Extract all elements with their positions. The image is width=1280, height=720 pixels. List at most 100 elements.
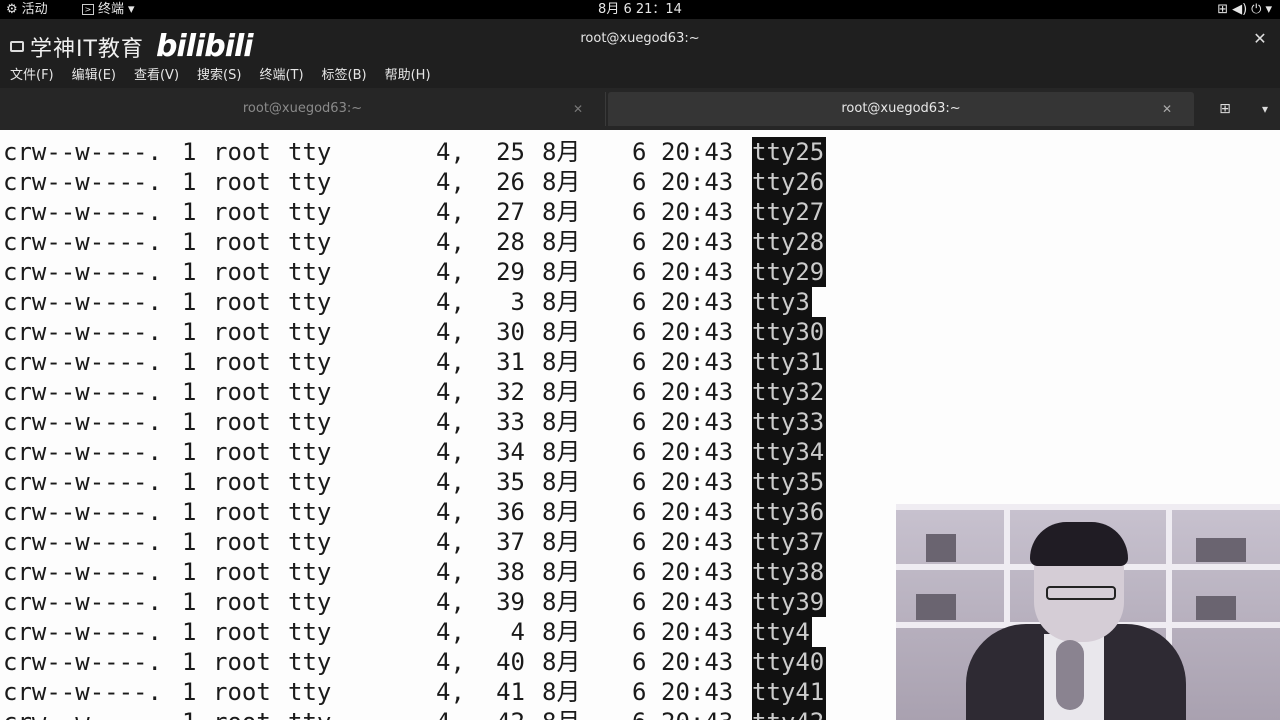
cell-links: 1: [182, 318, 197, 346]
window-title: root@xuegod63:~: [580, 31, 700, 46]
cell-major: 4,: [436, 378, 465, 406]
cell-month: 8月: [542, 288, 581, 316]
terminal-line: crw--w----. 1 root tty 4, 32 8月 6 20:43 tty32: [0, 377, 1280, 407]
activities-label: 活动: [21, 2, 48, 17]
cell-name: tty26: [752, 167, 827, 197]
menu-bar: 文件(F) 编辑(E) 查看(V) 搜索(S) 终端(T) 标签(B) 帮助(H…: [0, 64, 1280, 88]
cell-group: tty: [288, 588, 332, 616]
cell-day: 6: [632, 438, 647, 466]
cell-month: 8月: [542, 528, 581, 556]
tab-bar: root@xuegod63:~ ✕ root@xuegod63:~ ✕ ⊞ ▾: [0, 88, 1280, 130]
cell-month: 8月: [542, 258, 581, 286]
cell-minor: 35: [496, 468, 525, 496]
close-icon[interactable]: ✕: [1162, 92, 1172, 126]
cell-links: 1: [182, 678, 197, 706]
terminal-icon: >: [82, 4, 94, 15]
cell-name: tty32: [752, 377, 827, 407]
cell-owner: root: [213, 528, 271, 556]
cell-perm: crw--w----.: [3, 438, 162, 466]
cell-month: 8月: [542, 588, 581, 616]
tab-terminal-2[interactable]: root@xuegod63:~ ✕: [608, 92, 1194, 126]
cell-group: tty: [288, 558, 332, 586]
terminal-line: crw--w----. 1 root tty 4, 26 8月 6 20:43 tty26: [0, 167, 1280, 197]
cell-perm: crw--w----.: [3, 468, 162, 496]
cell-perm: crw--w----.: [3, 558, 162, 586]
cell-perm: crw--w----.: [3, 648, 162, 676]
cell-minor: 38: [496, 558, 525, 586]
cell-name: tty3: [752, 287, 812, 317]
cell-minor: 25: [496, 138, 525, 166]
clock-container: 8月 6 21：14: [0, 1, 1280, 18]
activities-button[interactable]: ⚙ 活动: [6, 1, 48, 18]
cell-minor: 4: [510, 618, 525, 646]
cell-owner: root: [213, 318, 271, 346]
cell-name: tty33: [752, 407, 827, 437]
cell-group: tty: [288, 707, 331, 720]
terminal-line: crw--w----. 1 root tty 4, 30 8月 6 20:43 tty30: [0, 317, 1280, 347]
menu-terminal[interactable]: 终端(T): [249, 64, 311, 88]
cell-links: 1: [182, 408, 197, 436]
tab-terminal-1[interactable]: root@xuegod63:~ ✕: [0, 92, 606, 126]
clock[interactable]: 8月 6 21：14: [598, 1, 682, 18]
cell-perm: crw--w----.: [3, 138, 162, 166]
cell-name: tty35: [752, 467, 827, 497]
cell-time: 20:43: [661, 138, 734, 166]
cell-group: tty: [288, 528, 332, 556]
cell-perm: crw--w----.: [3, 318, 162, 346]
tab-list-button[interactable]: ▾: [1262, 92, 1268, 126]
cell-name: tty27: [752, 197, 827, 227]
menu-help[interactable]: 帮助(H): [375, 64, 439, 88]
close-icon[interactable]: ✕: [573, 92, 583, 126]
cell-owner: root: [213, 438, 271, 466]
app-menu-button[interactable]: > 终端 ▾: [82, 1, 135, 18]
menu-search[interactable]: 搜索(S): [187, 64, 249, 88]
cell-perm: crw--w----.: [3, 588, 162, 616]
cell-links: 1: [182, 228, 197, 256]
cell-owner: root: [213, 378, 271, 406]
cell-day: 6: [632, 618, 647, 646]
cell-minor: 41: [496, 678, 525, 706]
cell-minor: 3: [510, 288, 525, 316]
new-tab-button[interactable]: ⊞: [1203, 92, 1247, 126]
cell-time: 20:43: [661, 707, 733, 720]
cell-group: tty: [288, 438, 332, 466]
cell-month: 8月: [542, 558, 581, 586]
cell-day: 6: [632, 468, 647, 496]
tab-label: root@xuegod63:~: [841, 101, 961, 116]
window-titlebar[interactable]: 学神IT教育 bilibili root@xuegod63:~ ✕: [0, 19, 1280, 64]
cell-major: 4,: [436, 438, 465, 466]
cell-day: 6: [632, 528, 647, 556]
terminal-line: crw--w----. 1 root tty 4, 35 8月 6 20:43 tty35: [0, 467, 1280, 497]
menu-file[interactable]: 文件(F): [0, 64, 62, 88]
cell-major: 4,: [436, 318, 465, 346]
menu-view[interactable]: 查看(V): [124, 64, 187, 88]
cell-day: 6: [632, 648, 647, 676]
cell-day: 6: [632, 168, 647, 196]
cell-major: 4,: [436, 198, 465, 226]
cell-month: 8月: [542, 138, 581, 166]
cell-major: 4,: [436, 558, 465, 586]
cell-time: 20:43: [661, 408, 734, 436]
cell-group: tty: [288, 228, 332, 256]
cell-time: 20:43: [661, 168, 734, 196]
cell-minor: 37: [496, 528, 525, 556]
cell-time: 20:43: [661, 648, 734, 676]
terminal-line: crw--w----. 1 root tty 4, 34 8月 6 20:43 tty34: [0, 437, 1280, 467]
cell-major: 4,: [436, 528, 465, 556]
cell-major: 4,: [436, 138, 465, 166]
close-icon[interactable]: ✕: [1250, 29, 1270, 49]
cell-perm: crw--w----.: [3, 258, 162, 286]
cell-owner: root: [213, 678, 271, 706]
cell-name: tty25: [752, 137, 827, 167]
chevron-down-icon: ▾: [1262, 102, 1269, 116]
terminal-line: crw--w----. 1 root tty 4, 3 8月 6 20:43 tty3: [0, 287, 1280, 317]
tab-label: root@xuegod63:~: [242, 101, 363, 116]
cell-links: 1: [182, 498, 197, 526]
menu-tabs[interactable]: 标签(B): [312, 64, 375, 88]
cell-time: 20:43: [661, 198, 734, 226]
cell-name: tty4: [752, 617, 812, 647]
menu-edit[interactable]: 编辑(E): [62, 64, 124, 88]
cell-owner: root: [213, 498, 271, 526]
status-area[interactable]: ⊞ ◀) ⏻ ▾: [1217, 1, 1272, 18]
cell-time: 20:43: [661, 228, 734, 256]
